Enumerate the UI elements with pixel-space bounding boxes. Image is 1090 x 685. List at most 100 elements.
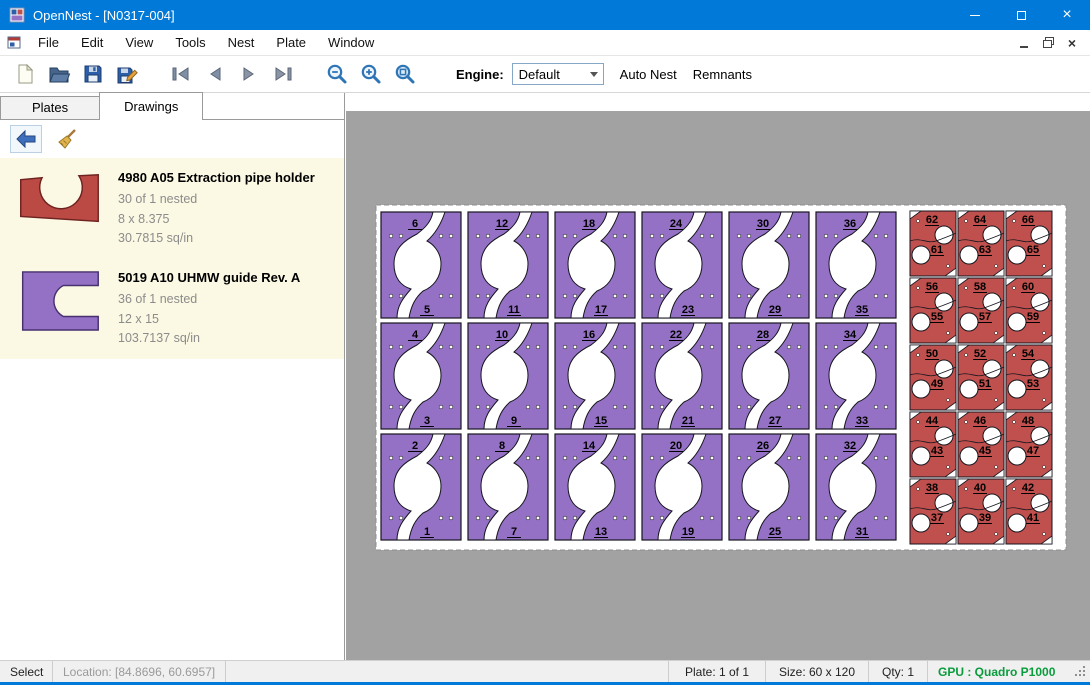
first-arrow-icon — [169, 62, 193, 86]
app-icon — [9, 7, 25, 23]
svg-text:12: 12 — [496, 218, 508, 230]
minimize-button[interactable] — [952, 0, 998, 30]
clear-parts-button[interactable] — [52, 125, 84, 153]
svg-text:21: 21 — [682, 415, 694, 427]
part-size: 12 x 15 — [118, 310, 300, 329]
remnants-button[interactable]: Remnants — [693, 67, 752, 82]
engine-select[interactable]: Default — [512, 63, 604, 85]
pipe-holder-pair[interactable]: 6059 — [1006, 278, 1052, 343]
menu-file[interactable]: File — [27, 30, 70, 55]
part-size: 8 x 8.375 — [118, 210, 315, 229]
menu-tools[interactable]: Tools — [164, 30, 216, 55]
svg-text:47: 47 — [1027, 445, 1039, 457]
zoom-out-icon — [325, 62, 349, 86]
uhmw-guide-pair[interactable]: 21 — [381, 434, 461, 540]
pipe-holder-pair[interactable]: 4645 — [958, 412, 1004, 477]
uhmw-guide-pair[interactable]: 3231 — [816, 434, 896, 540]
zoom-fit-button[interactable] — [388, 59, 422, 89]
part-area: 103.7137 sq/in — [118, 329, 300, 348]
drawing-list-item[interactable]: 4980 A05 Extraction pipe holder30 of 1 n… — [0, 158, 344, 258]
window-title: OpenNest - [N0317-004] — [33, 8, 175, 23]
svg-text:45: 45 — [979, 445, 991, 457]
svg-text:44: 44 — [926, 415, 939, 427]
uhmw-guide-pair[interactable]: 3029 — [729, 212, 809, 318]
menu-window[interactable]: Window — [317, 30, 385, 55]
uhmw-guide-pair[interactable]: 87 — [468, 434, 548, 540]
pipe-holder-pair[interactable]: 4443 — [910, 412, 956, 477]
last-plate-button[interactable] — [266, 59, 300, 89]
uhmw-guide-pair[interactable]: 2827 — [729, 323, 809, 429]
uhmw-guide-pair[interactable]: 65 — [381, 212, 461, 318]
svg-text:22: 22 — [670, 329, 682, 341]
svg-text:8: 8 — [499, 440, 505, 452]
pipe-holder-pair[interactable]: 4039 — [958, 479, 1004, 544]
uhmw-guide-pair[interactable]: 2423 — [642, 212, 722, 318]
uhmw-guide-pair[interactable]: 1817 — [555, 212, 635, 318]
uhmw-guide-pair[interactable]: 2019 — [642, 434, 722, 540]
svg-text:53: 53 — [1027, 378, 1039, 390]
prev-plate-button[interactable] — [198, 59, 232, 89]
pipe-holder-pair[interactable]: 5251 — [958, 345, 1004, 410]
maximize-button[interactable] — [998, 0, 1044, 30]
mdi-restore-button[interactable] — [1038, 34, 1058, 52]
auto-nest-button[interactable]: Auto Nest — [620, 67, 677, 82]
return-part-button[interactable] — [10, 125, 42, 153]
status-location: Location: [84.8696, 60.6957] — [53, 661, 225, 682]
sidebar-tabs: PlatesDrawings — [0, 93, 344, 120]
svg-text:5: 5 — [424, 304, 430, 316]
close-button[interactable]: × — [1044, 0, 1090, 30]
pipe-holder-pair[interactable]: 6665 — [1006, 211, 1052, 276]
uhmw-guide-pair[interactable]: 1211 — [468, 212, 548, 318]
menu-nest[interactable]: Nest — [217, 30, 266, 55]
pipe-holder-pair[interactable]: 6261 — [910, 211, 956, 276]
pipe-holder-pair[interactable]: 5655 — [910, 278, 956, 343]
svg-text:49: 49 — [931, 378, 943, 390]
mdi-minimize-button[interactable] — [1014, 34, 1034, 52]
pipe-holder-pair[interactable]: 3837 — [910, 479, 956, 544]
svg-text:26: 26 — [757, 440, 769, 452]
tab-plates[interactable]: Plates — [0, 96, 100, 119]
broom-icon — [56, 127, 80, 151]
menu-edit[interactable]: Edit — [70, 30, 114, 55]
open-button[interactable] — [42, 59, 76, 89]
mdi-minimize-icon — [1020, 46, 1028, 48]
pipe-holder-pair[interactable]: 5049 — [910, 345, 956, 410]
uhmw-guide-pair[interactable]: 1615 — [555, 323, 635, 429]
next-plate-button[interactable] — [232, 59, 266, 89]
drawing-list-item[interactable]: 5019 A10 UHMW guide Rev. A36 of 1 nested… — [0, 258, 344, 358]
nest-canvas[interactable]: 6512111817242330293635431091615222128273… — [346, 93, 1090, 660]
zoom-in-button[interactable] — [354, 59, 388, 89]
menu-view[interactable]: View — [114, 30, 164, 55]
svg-text:15: 15 — [595, 415, 607, 427]
uhmw-guide-pair[interactable]: 43 — [381, 323, 461, 429]
pipe-holder-pair[interactable]: 5857 — [958, 278, 1004, 343]
pipe-holder-pair[interactable]: 6463 — [958, 211, 1004, 276]
mdi-close-icon: × — [1068, 36, 1076, 50]
uhmw-guide-pair[interactable]: 109 — [468, 323, 548, 429]
prev-arrow-icon — [203, 62, 227, 86]
menu-plate[interactable]: Plate — [265, 30, 317, 55]
svg-text:6: 6 — [412, 218, 418, 230]
first-plate-button[interactable] — [164, 59, 198, 89]
uhmw-guide-pair[interactable]: 3635 — [816, 212, 896, 318]
status-size: Size: 60 x 120 — [766, 661, 868, 682]
svg-text:13: 13 — [595, 526, 607, 538]
svg-text:16: 16 — [583, 329, 595, 341]
mdi-close-button[interactable]: × — [1062, 34, 1082, 52]
pipe-holder-pair[interactable]: 4847 — [1006, 412, 1052, 477]
new-button[interactable] — [8, 59, 42, 89]
resize-grip[interactable] — [1074, 665, 1088, 679]
pipe-holder-pair[interactable]: 4241 — [1006, 479, 1052, 544]
uhmw-guide-pair[interactable]: 26 25 — [729, 434, 809, 540]
uhmw-guide-pair[interactable]: 22 21 — [642, 323, 722, 429]
svg-text:25: 25 — [769, 526, 781, 538]
uhmw-guide-pair[interactable]: 3433 — [816, 323, 896, 429]
engine-selected-value: Default — [519, 67, 560, 82]
tab-drawings[interactable]: Drawings — [99, 92, 203, 120]
zoom-fit-icon — [393, 62, 417, 86]
save-button[interactable] — [76, 59, 110, 89]
save-as-button[interactable] — [110, 59, 144, 89]
pipe-holder-pair[interactable]: 5453 — [1006, 345, 1052, 410]
zoom-out-button[interactable] — [320, 59, 354, 89]
uhmw-guide-pair[interactable]: 1413 — [555, 434, 635, 540]
